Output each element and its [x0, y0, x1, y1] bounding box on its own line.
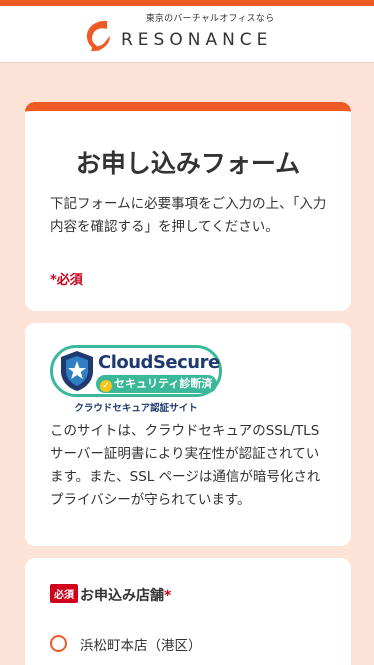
- site-header: 東京のバーチャルオフィスなら RESONANCE: [0, 6, 374, 63]
- header-tagline: 東京のバーチャルオフィスなら: [145, 14, 275, 24]
- cloudsecure-badge[interactable]: CloudSecure ✓ セキュリティ診断済 クラウドセキュア認証サイト: [50, 345, 222, 414]
- form-intro-card: お申し込みフォーム 下記フォームに必要事項をご入力の上、「入力内容を確認する」を…: [25, 102, 351, 311]
- page-title: お申し込みフォーム: [75, 149, 301, 178]
- shield-check-icon: [61, 351, 93, 391]
- resonance-logo-icon[interactable]: [83, 18, 113, 54]
- store-select-card: 必須 お申込み店舗* 浜松町本店（港区）: [25, 558, 351, 665]
- store-field-label: 必須 お申込み店舗*: [50, 584, 171, 604]
- check-icon: ✓: [100, 380, 112, 392]
- ssl-card: CloudSecure ✓ セキュリティ診断済 クラウドセキュア認証サイト このサ…: [25, 323, 351, 546]
- required-note: *必須: [50, 273, 83, 288]
- required-star: *: [164, 588, 172, 604]
- required-badge: 必須: [50, 584, 78, 603]
- badge-subtitle: セキュリティ診断済: [114, 377, 213, 390]
- badge-caption: クラウドセキュア認証サイト: [74, 403, 198, 414]
- intro-description: 下記フォームに必要事項をご入力の上、「入力内容を確認する」を押してください。: [50, 196, 327, 235]
- badge-subtitle-pill: ✓ セキュリティ診断済: [96, 375, 217, 393]
- badge-title: CloudSecure: [98, 352, 220, 373]
- ssl-description: このサイトは、クラウドセキュアのSSL/TLS サーバー証明書により実在性が認証…: [50, 423, 321, 508]
- store-field-text: お申込み店舗: [80, 588, 164, 604]
- store-option-label: 浜松町本店（港区）: [80, 638, 202, 654]
- brand-wordmark[interactable]: RESONANCE: [121, 30, 301, 50]
- radio-button[interactable]: [50, 635, 67, 652]
